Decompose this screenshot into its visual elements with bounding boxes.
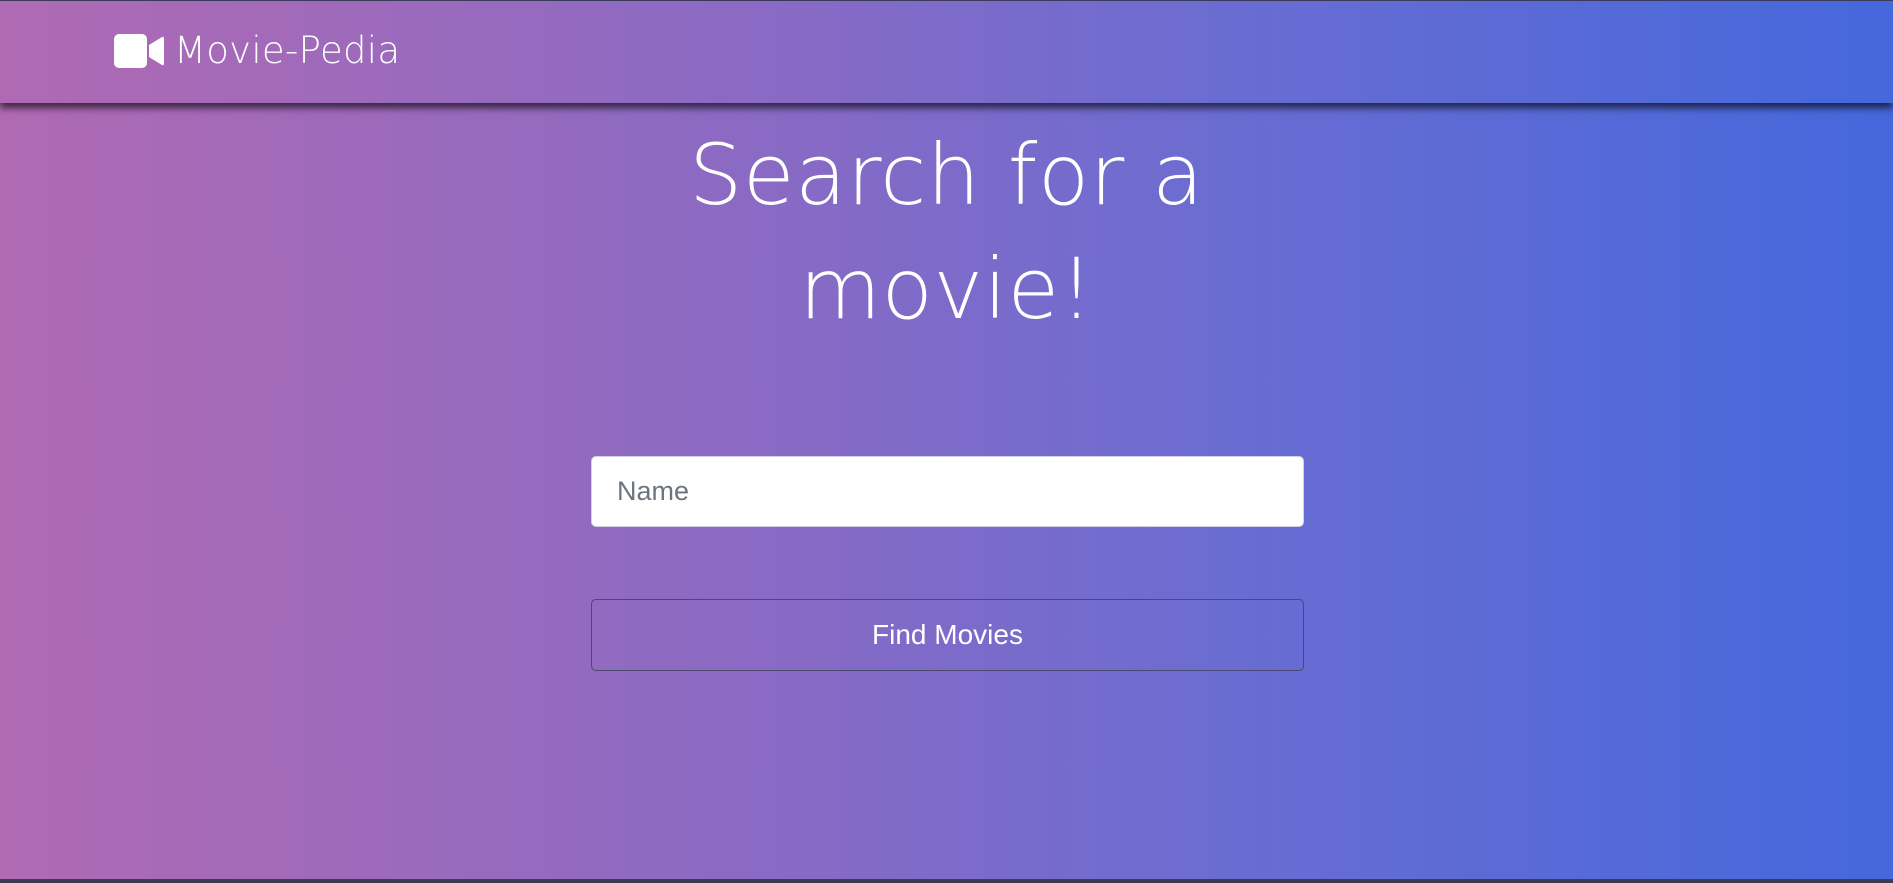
hero-section: Search for a movie! — [0, 118, 1893, 346]
top-navbar: Movie-Pedia — [0, 0, 1893, 103]
bottom-border — [0, 879, 1893, 883]
find-movies-button[interactable]: Find Movies — [591, 599, 1304, 671]
movie-name-input[interactable] — [591, 456, 1304, 527]
brand-link[interactable]: Movie-Pedia — [114, 29, 400, 73]
page-title: Search for a movie! — [689, 126, 1204, 338]
video-camera-icon — [114, 34, 164, 68]
brand-name: Movie-Pedia — [174, 29, 401, 72]
